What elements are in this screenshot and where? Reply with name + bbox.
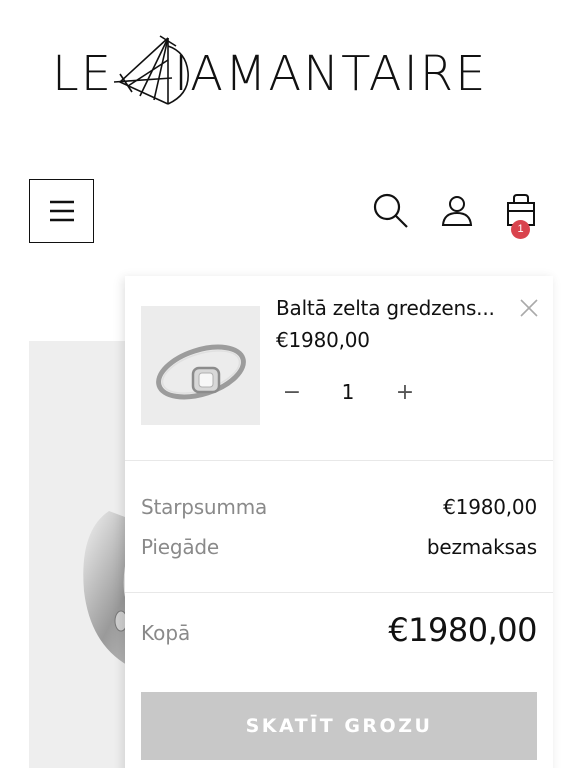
total-value: €1980,00 [388, 611, 537, 649]
cart-grand-total: Kopā €1980,00 [125, 593, 553, 683]
cart-item-image[interactable] [141, 306, 260, 425]
total-label: Kopā [141, 621, 191, 645]
menu-button[interactable] [29, 179, 94, 243]
cart-count-badge: 1 [511, 220, 530, 239]
mini-cart-dropdown: Baltā zelta gredzens... €1980,00 − 1 + S… [125, 276, 553, 768]
quantity-decrease-button[interactable]: − [282, 380, 302, 405]
site-logo[interactable]: LE IAMANTAIRE [52, 34, 522, 108]
close-icon[interactable] [517, 296, 541, 320]
logo-text-prefix: LE [52, 46, 114, 102]
subtotal-label: Starpsumma [141, 495, 268, 519]
quantity-value: 1 [341, 380, 355, 404]
hamburger-icon [49, 200, 74, 222]
view-cart-button[interactable]: SKATĪT GROZU [141, 692, 537, 760]
shipping-value: bezmaksas [426, 535, 537, 559]
subtotal-value: €1980,00 [443, 495, 537, 519]
cart-item: Baltā zelta gredzens... €1980,00 − 1 + [125, 276, 553, 461]
shipping-label: Piegāde [141, 535, 220, 559]
cart-item-price: €1980,00 [276, 328, 370, 352]
cart-item-title[interactable]: Baltā zelta gredzens... [276, 296, 511, 320]
quantity-increase-button[interactable]: + [395, 380, 415, 405]
ring-thumbnail [156, 344, 246, 400]
search-icon[interactable] [372, 192, 410, 230]
cart-totals: Starpsumma €1980,00 Piegāde bezmaksas [125, 461, 553, 593]
user-icon[interactable] [440, 193, 474, 227]
logo-text-rest: IAMANTAIRE [174, 46, 488, 102]
